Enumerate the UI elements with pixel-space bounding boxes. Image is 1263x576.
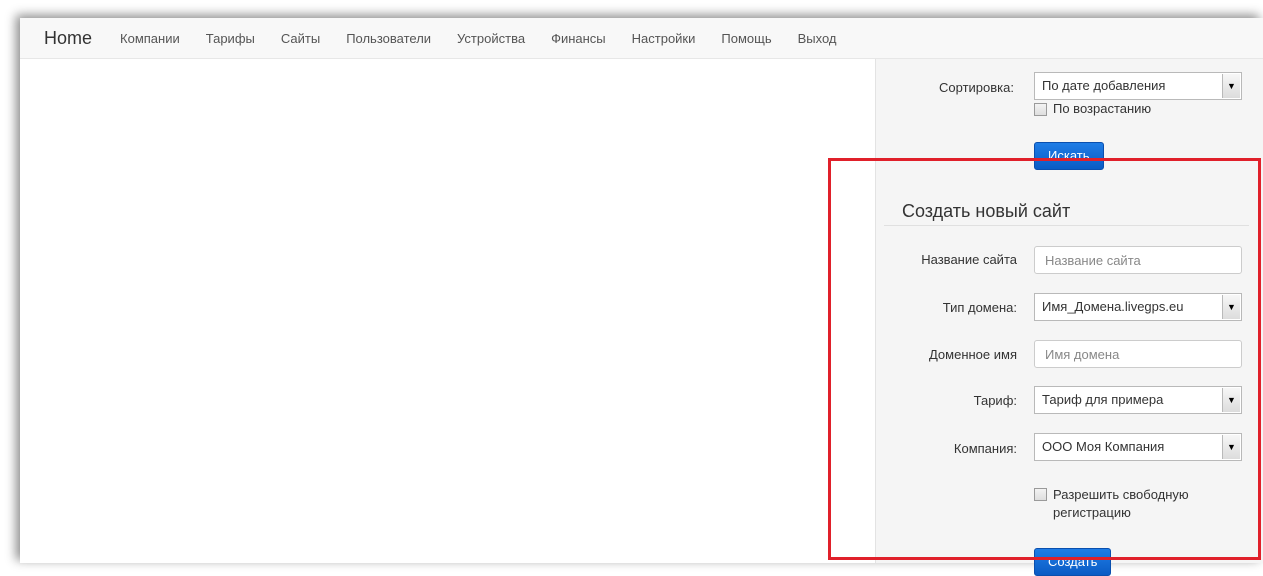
tariff-label: Тариф:	[973, 393, 1017, 408]
nav-item-settings[interactable]: Настройки	[632, 31, 696, 46]
company-value: ООО Моя Компания	[1042, 439, 1165, 454]
checkbox-icon	[1034, 103, 1047, 116]
site-name-input[interactable]	[1034, 246, 1242, 274]
tariff-value: Тариф для примера	[1042, 392, 1164, 407]
company-select[interactable]: ООО Моя Компания ▼	[1034, 433, 1242, 461]
nav-item-sites[interactable]: Сайты	[281, 31, 320, 46]
divider	[884, 225, 1249, 226]
nav-item-finance[interactable]: Финансы	[551, 31, 606, 46]
brand-home-link[interactable]: Home	[44, 28, 92, 49]
sidebar-panel: Сортировка: По дате добавления ▼ По возр…	[875, 59, 1263, 576]
create-button[interactable]: Создать	[1034, 548, 1112, 576]
nav-item-users[interactable]: Пользователи	[346, 31, 431, 46]
nav-item-logout[interactable]: Выход	[798, 31, 837, 46]
ascending-label: По возрастанию	[1053, 101, 1152, 116]
page-frame: Home Компании Тарифы Сайты Пользователи …	[20, 18, 1263, 576]
ascending-checkbox[interactable]: По возрастанию	[1034, 101, 1151, 116]
chevron-down-icon: ▼	[1222, 388, 1240, 412]
domain-name-label: Доменное имя	[928, 347, 1017, 362]
chevron-down-icon: ▼	[1222, 74, 1240, 98]
chevron-down-icon: ▼	[1222, 295, 1240, 319]
nav-item-devices[interactable]: Устройства	[457, 31, 525, 46]
site-name-label: Название сайта	[921, 252, 1017, 267]
domain-type-value: Имя_Домена.livegps.eu	[1042, 299, 1184, 314]
nav-item-companies[interactable]: Компании	[120, 31, 180, 46]
top-navbar: Home Компании Тарифы Сайты Пользователи …	[20, 18, 1263, 59]
company-label: Компания:	[953, 441, 1017, 456]
tariff-select[interactable]: Тариф для примера ▼	[1034, 386, 1242, 414]
sort-select-value: По дате добавления	[1042, 78, 1166, 93]
sort-select[interactable]: По дате добавления ▼	[1034, 72, 1242, 100]
free-registration-label: Разрешить свободную регистрацию	[1053, 487, 1189, 520]
nav-item-help[interactable]: Помощь	[721, 31, 771, 46]
create-site-title: Создать новый сайт	[902, 201, 1071, 221]
search-button[interactable]: Искать	[1034, 142, 1104, 170]
checkbox-icon	[1034, 488, 1047, 501]
domain-type-select[interactable]: Имя_Домена.livegps.eu ▼	[1034, 293, 1242, 321]
sort-label: Сортировка:	[939, 80, 1014, 95]
chevron-down-icon: ▼	[1222, 435, 1240, 459]
domain-name-input[interactable]	[1034, 340, 1242, 368]
nav-item-tariffs[interactable]: Тарифы	[206, 31, 255, 46]
domain-type-label: Тип домена:	[942, 300, 1017, 315]
free-registration-checkbox[interactable]: Разрешить свободную регистрацию	[1034, 486, 1214, 522]
